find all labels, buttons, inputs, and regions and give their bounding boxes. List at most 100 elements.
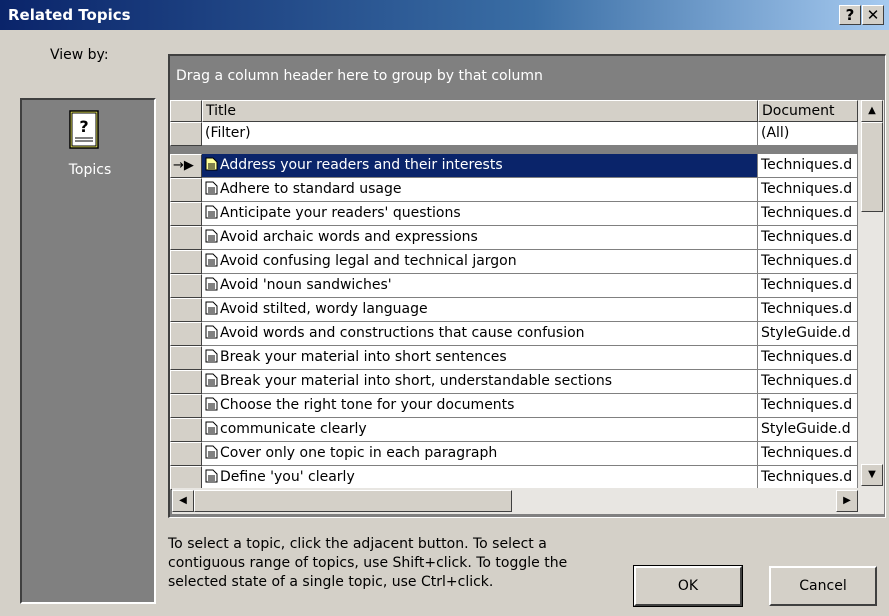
scroll-right-button[interactable]: ▶: [836, 490, 858, 512]
close-button[interactable]: ✕: [862, 5, 884, 25]
row-title: Break your material into short sentences: [220, 349, 507, 365]
row-select-button[interactable]: [170, 394, 202, 418]
row-document-cell[interactable]: Techniques.d: [758, 226, 858, 250]
row-title: Address your readers and their interests: [220, 157, 503, 173]
row-title-cell[interactable]: Avoid stilted, wordy language: [202, 298, 758, 322]
arrow-left-icon: ◀: [179, 495, 187, 506]
help-button[interactable]: ?: [839, 5, 861, 25]
row-title: Anticipate your readers' questions: [220, 205, 461, 221]
row-document-cell[interactable]: Techniques.d: [758, 370, 858, 394]
row-title: Avoid archaic words and expressions: [220, 229, 478, 245]
row-document-cell[interactable]: Techniques.d: [758, 250, 858, 274]
view-by-label: View by:: [50, 47, 109, 63]
row-title: Define 'you' clearly: [220, 469, 355, 485]
scroll-down-button[interactable]: ▼: [861, 464, 883, 486]
help-text-line: contiguous range of topics, use Shift+cl…: [168, 555, 568, 571]
view-by-panel: ? Topics: [20, 98, 156, 604]
help-text-line: To select a topic, click the adjacent bu…: [168, 536, 547, 552]
row-document-cell[interactable]: Techniques.d: [758, 154, 858, 178]
row-select-button[interactable]: [170, 226, 202, 250]
row-title-cell[interactable]: Define 'you' clearly: [202, 466, 758, 490]
row-select-button[interactable]: →▶: [170, 154, 202, 178]
row-title: Avoid stilted, wordy language: [220, 301, 428, 317]
row-select-button[interactable]: [170, 274, 202, 298]
row-document-cell[interactable]: StyleGuide.d: [758, 322, 858, 346]
topics-grid: Drag a column header here to group by th…: [168, 54, 886, 518]
scroll-up-button[interactable]: ▲: [861, 100, 883, 122]
cancel-button[interactable]: Cancel: [769, 566, 877, 606]
row-select-button[interactable]: [170, 370, 202, 394]
row-title-cell[interactable]: Break your material into short sentences: [202, 346, 758, 370]
document-icon: [205, 300, 218, 315]
row-title-cell[interactable]: Avoid confusing legal and technical jarg…: [202, 250, 758, 274]
row-select-button[interactable]: [170, 250, 202, 274]
row-title-cell[interactable]: Avoid archaic words and expressions: [202, 226, 758, 250]
current-row-arrow-icon: →▶: [173, 158, 194, 173]
row-select-button[interactable]: [170, 202, 202, 226]
column-header-document[interactable]: Document: [758, 100, 858, 122]
document-icon: [205, 420, 218, 435]
row-document-cell[interactable]: Techniques.d: [758, 202, 858, 226]
document-icon: [205, 180, 218, 195]
arrow-down-icon: ▼: [868, 469, 876, 480]
document-icon: [205, 228, 218, 243]
document-icon: [205, 396, 218, 411]
filter-document[interactable]: (All): [758, 122, 858, 146]
row-title-cell[interactable]: Avoid words and constructions that cause…: [202, 322, 758, 346]
topics-book-icon[interactable]: ?: [66, 108, 102, 152]
row-document-cell[interactable]: Techniques.d: [758, 274, 858, 298]
row-title-cell[interactable]: Cover only one topic in each paragraph: [202, 442, 758, 466]
topics-label[interactable]: Topics: [22, 162, 158, 178]
horizontal-scrollbar[interactable]: ◀ ▶: [172, 488, 884, 514]
row-title-cell[interactable]: communicate clearly: [202, 418, 758, 442]
svg-text:?: ?: [79, 117, 88, 136]
row-document-cell[interactable]: Techniques.d: [758, 394, 858, 418]
row-title: Avoid confusing legal and technical jarg…: [220, 253, 517, 269]
arrow-up-icon: ▲: [868, 105, 876, 116]
document-icon: [205, 372, 218, 387]
column-header-title[interactable]: Title: [202, 100, 758, 122]
filter-separator: [170, 146, 202, 154]
arrow-right-icon: ▶: [843, 495, 851, 506]
help-text-line: selected state of a single topic, use Ct…: [168, 574, 494, 590]
vertical-scrollbar[interactable]: ▲ ▼: [858, 100, 884, 488]
document-icon: [205, 276, 218, 291]
horizontal-scroll-thumb[interactable]: [194, 490, 512, 512]
row-document-cell[interactable]: Techniques.d: [758, 442, 858, 466]
row-title-cell[interactable]: Adhere to standard usage: [202, 178, 758, 202]
row-title-cell[interactable]: Choose the right tone for your documents: [202, 394, 758, 418]
row-title-cell[interactable]: Address your readers and their interests: [202, 154, 758, 178]
row-document-cell[interactable]: Techniques.d: [758, 346, 858, 370]
document-icon: [205, 204, 218, 219]
close-icon: ✕: [866, 6, 880, 24]
filter-title[interactable]: (Filter): [202, 122, 758, 146]
vertical-scroll-thumb[interactable]: [861, 122, 883, 212]
row-select-button[interactable]: [170, 178, 202, 202]
row-select-button[interactable]: [170, 322, 202, 346]
window-title: Related Topics: [8, 6, 131, 24]
row-select-button[interactable]: [170, 346, 202, 370]
help-icon: ?: [845, 6, 855, 24]
title-bar: Related Topics ? ✕: [0, 0, 889, 30]
row-document-cell[interactable]: StyleGuide.d: [758, 418, 858, 442]
row-title: communicate clearly: [220, 421, 367, 437]
row-title: Cover only one topic in each paragraph: [220, 445, 498, 461]
ok-button[interactable]: OK: [633, 565, 743, 607]
group-by-area[interactable]: Drag a column header here to group by th…: [176, 68, 543, 84]
document-icon: [205, 468, 218, 483]
row-document-cell[interactable]: Techniques.d: [758, 298, 858, 322]
row-title-cell[interactable]: Break your material into short, understa…: [202, 370, 758, 394]
row-title-cell[interactable]: Anticipate your readers' questions: [202, 202, 758, 226]
corner-header: [170, 100, 202, 122]
document-icon: [205, 348, 218, 363]
row-title: Choose the right tone for your documents: [220, 397, 515, 413]
row-select-button[interactable]: [170, 298, 202, 322]
document-icon: [205, 156, 218, 171]
row-title-cell[interactable]: Avoid 'noun sandwiches': [202, 274, 758, 298]
row-document-cell[interactable]: Techniques.d: [758, 178, 858, 202]
row-select-button[interactable]: [170, 418, 202, 442]
row-document-cell[interactable]: Techniques.d: [758, 466, 858, 490]
scroll-left-button[interactable]: ◀: [172, 490, 194, 512]
row-select-button[interactable]: [170, 466, 202, 490]
row-select-button[interactable]: [170, 442, 202, 466]
